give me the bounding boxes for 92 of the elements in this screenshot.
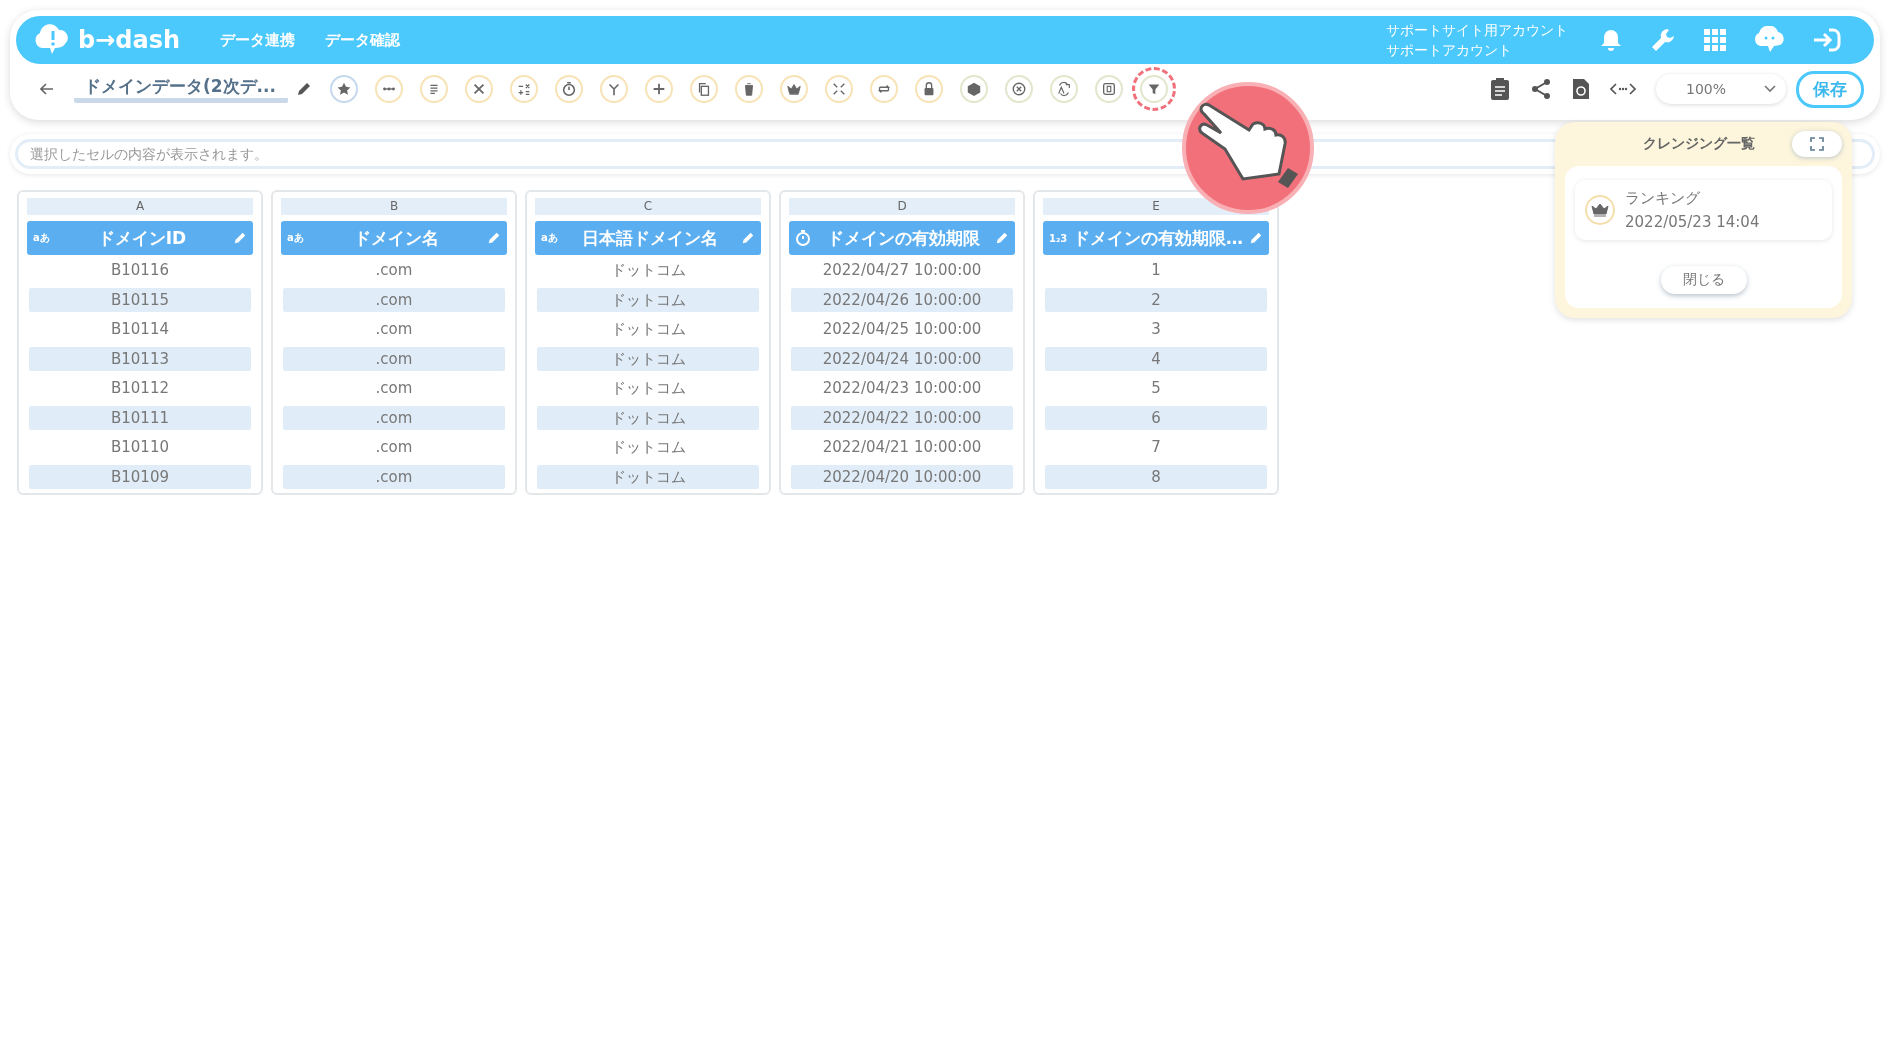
- table-cell-text: ドットコム: [609, 378, 687, 399]
- operators-icon[interactable]: [510, 75, 539, 103]
- table-cell-text: 2022/04/25 10:00:00: [821, 319, 983, 340]
- data-title: ドメインデータ(2次デ...: [74, 75, 288, 103]
- swap-icon[interactable]: [870, 75, 899, 103]
- field-header[interactable]: 1₂3 ドメインの有効期限…: [1043, 221, 1269, 255]
- trash-icon[interactable]: [735, 75, 764, 103]
- field-header[interactable]: aあ 日本語ドメイン名: [535, 221, 761, 255]
- column-letter: D: [789, 198, 1015, 215]
- table-cell: 6: [1045, 405, 1267, 430]
- table-cell-text: B10114: [110, 319, 170, 340]
- field-name: 日本語ドメイン名: [581, 226, 719, 250]
- file-refresh-icon[interactable]: [1572, 78, 1590, 100]
- code-arrows-icon[interactable]: [1610, 82, 1636, 96]
- table-cell: B10111: [29, 405, 251, 430]
- table-cell-text: 3: [1150, 319, 1162, 340]
- field-name: ドメインの有効期限…: [1073, 226, 1243, 250]
- table-cell-text: ドットコム: [609, 319, 687, 340]
- pencil-icon[interactable]: [296, 81, 312, 97]
- field-name: ドメインの有効期限: [825, 226, 981, 250]
- field-header[interactable]: aあ ドメイン名: [281, 221, 507, 255]
- branch-icon[interactable]: [600, 75, 629, 103]
- table-cell: 2022/04/26 10:00:00: [791, 287, 1013, 312]
- column-letter: B: [281, 198, 507, 215]
- back-arrow-icon[interactable]: [40, 83, 54, 95]
- table-cell-text: B10112: [110, 378, 170, 399]
- table-cell: B10115: [29, 287, 251, 312]
- table-cell-text: 5: [1150, 378, 1162, 399]
- table-cell: 2022/04/20 10:00:00: [791, 464, 1013, 489]
- table-cell-text: .com: [374, 378, 414, 399]
- table-cell: 8: [1045, 464, 1267, 489]
- cleansing-item[interactable]: ランキング 2022/05/23 14:04: [1575, 180, 1832, 240]
- table-cell-text: 7: [1150, 437, 1162, 458]
- table-cell: ドットコム: [537, 287, 759, 312]
- caret-icon: [1764, 85, 1776, 93]
- lines-icon[interactable]: [420, 75, 449, 103]
- zoom-select[interactable]: 100%: [1656, 74, 1786, 104]
- table-cell: ドットコム: [537, 346, 759, 371]
- table-cell: 4: [1045, 346, 1267, 371]
- crown-icon[interactable]: [780, 75, 809, 103]
- save-button[interactable]: 保存: [1796, 70, 1864, 108]
- timer-icon: [795, 229, 811, 247]
- table-cell-text: B10116: [110, 260, 170, 281]
- timer-icon[interactable]: [555, 75, 584, 103]
- table-cell: 2022/04/24 10:00:00: [791, 346, 1013, 371]
- field-header[interactable]: aあ ドメインID: [27, 221, 253, 255]
- table-cell-text: .com: [374, 260, 414, 281]
- nav-link[interactable]: データ確認: [325, 30, 401, 50]
- copy-icon[interactable]: [690, 75, 719, 103]
- field-header[interactable]: ドメインの有効期限: [789, 221, 1015, 255]
- table-cell-text: 2022/04/27 10:00:00: [821, 260, 983, 281]
- table-cell-text: 2022/04/23 10:00:00: [821, 378, 983, 399]
- account-name: サポートアカウント: [1386, 41, 1513, 60]
- table-cell: B10109: [29, 464, 251, 489]
- table-cell-text: .com: [374, 319, 414, 340]
- item-date: 2022/05/23 14:04: [1625, 212, 1760, 233]
- close-button[interactable]: 閉じる: [1660, 266, 1747, 294]
- table-cell: ドットコム: [537, 464, 759, 489]
- lock-icon[interactable]: [915, 75, 944, 103]
- table-cell: 2022/04/22 10:00:00: [791, 405, 1013, 430]
- table-cell: 2: [1045, 287, 1267, 312]
- table-cell-text: ドットコム: [609, 260, 687, 281]
- share-icon[interactable]: [1530, 78, 1552, 100]
- table-cell: .com: [283, 346, 505, 371]
- type-label: aあ: [287, 231, 305, 245]
- expand-button[interactable]: [1792, 131, 1842, 157]
- type-label: 1₂3: [1049, 232, 1067, 244]
- field-name: ドメイン名: [352, 226, 440, 250]
- logo-text: b→dash: [78, 26, 181, 54]
- type-label: aあ: [33, 231, 51, 245]
- item-name: ランキング: [1625, 188, 1701, 209]
- nav-link[interactable]: データ連携: [220, 30, 296, 50]
- table-cell: .com: [283, 287, 505, 312]
- crown-icon: [1585, 195, 1615, 225]
- column-letter: A: [27, 198, 253, 215]
- cancel-icon[interactable]: [1005, 75, 1034, 103]
- column-letter: C: [535, 198, 761, 215]
- table-cell: B10113: [29, 346, 251, 371]
- table-cell-text: 1: [1150, 260, 1162, 281]
- table-cell-text: ドットコム: [609, 437, 687, 458]
- type-label: aあ: [541, 231, 559, 245]
- table-cell: .com: [283, 405, 505, 430]
- table-cell-text: .com: [374, 437, 414, 458]
- table-cell-text: B10110: [110, 437, 170, 458]
- table-cell: .com: [283, 464, 505, 489]
- plus-icon[interactable]: [645, 75, 674, 103]
- field-name: ドメインID: [96, 226, 188, 250]
- clipboard-icon[interactable]: [1490, 77, 1510, 101]
- table-cell-text: 2022/04/21 10:00:00: [821, 437, 983, 458]
- expand-icon: [1810, 137, 1824, 151]
- table-cell: ドットコム: [537, 405, 759, 430]
- account-name: サポートサイト用アカウント: [1386, 21, 1568, 40]
